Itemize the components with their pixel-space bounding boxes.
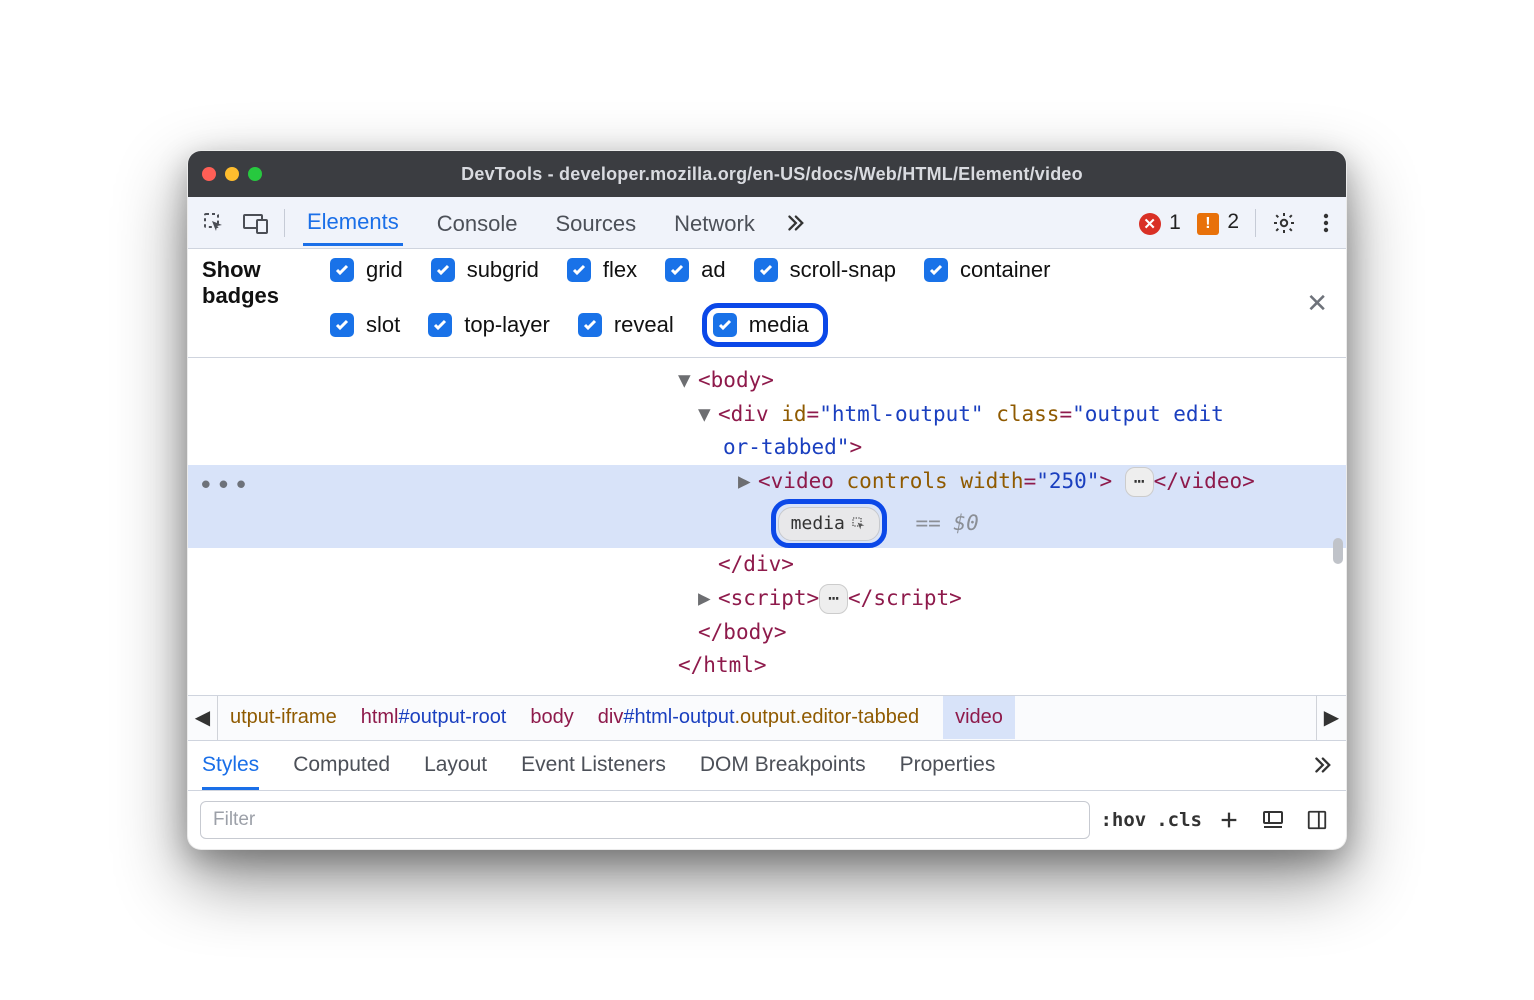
separator — [1255, 209, 1256, 237]
show-badges-label: Showbadges — [202, 257, 312, 308]
new-style-rule-icon[interactable] — [1212, 803, 1246, 837]
warning-icon: ! — [1197, 213, 1219, 235]
sidebar-tabs: Styles Computed Layout Event Listeners D… — [188, 741, 1346, 791]
tab-properties[interactable]: Properties — [900, 753, 996, 777]
toggle-computed-styles-icon[interactable] — [1256, 803, 1290, 837]
styles-filter-input[interactable] — [200, 801, 1090, 839]
media-badge-pill[interactable]: media — [778, 507, 880, 542]
badge-reveal[interactable]: reveal — [578, 312, 674, 338]
badge-checkbox-list: grid subgrid flex ad scroll-snap contain… — [330, 257, 1332, 347]
more-options-icon[interactable] — [1306, 203, 1346, 243]
breadcrumb-item[interactable]: body — [530, 706, 573, 729]
checkbox-checked-icon — [330, 313, 354, 337]
badge-container[interactable]: container — [924, 257, 1051, 283]
tab-event-listeners[interactable]: Event Listeners — [521, 753, 666, 777]
inspect-element-icon[interactable] — [194, 203, 234, 243]
separator — [284, 209, 285, 237]
devtools-window: DevTools - developer.mozilla.org/en-US/d… — [187, 150, 1347, 850]
dom-node[interactable]: or-tabbed"> — [188, 431, 1346, 465]
dom-tree[interactable]: ••• ▼<body> ▼<div id="html-output" class… — [188, 358, 1346, 695]
breadcrumb-item[interactable]: utput-iframe — [230, 706, 337, 729]
checkbox-checked-icon — [754, 258, 778, 282]
checkbox-checked-icon — [665, 258, 689, 282]
breadcrumb-scroll-left[interactable]: ◀ — [188, 696, 218, 740]
breadcrumb-scroll-right[interactable]: ▶ — [1316, 696, 1346, 740]
row-actions-icon[interactable]: ••• — [198, 466, 251, 508]
toggle-rendering-panel-icon[interactable] — [1300, 803, 1334, 837]
badge-slot[interactable]: slot — [330, 312, 400, 338]
tab-computed[interactable]: Computed — [293, 753, 390, 777]
checkbox-checked-icon — [428, 313, 452, 337]
status-counts: ✕ 1 ! 2 — [1139, 210, 1247, 235]
scrollbar-thumb[interactable] — [1333, 538, 1343, 564]
tab-elements[interactable]: Elements — [303, 199, 403, 246]
checkbox-checked-icon — [924, 258, 948, 282]
minimize-window-button[interactable] — [225, 167, 239, 181]
badge-top-layer[interactable]: top-layer — [428, 312, 550, 338]
badge-grid[interactable]: grid — [330, 257, 403, 283]
breadcrumb-item[interactable]: div#html-output.output.editor-tabbed — [598, 706, 919, 729]
tab-dom-breakpoints[interactable]: DOM Breakpoints — [700, 753, 866, 777]
tab-layout[interactable]: Layout — [424, 753, 487, 777]
dom-node-selected[interactable]: ▶<video controls width="250"> ⋯</video> — [188, 465, 1346, 499]
cls-toggle[interactable]: .cls — [1156, 809, 1202, 831]
checkbox-checked-icon — [330, 258, 354, 282]
dom-node[interactable]: ▼<div id="html-output" class="output edi… — [188, 398, 1346, 432]
collapsed-children-pill[interactable]: ⋯ — [819, 584, 848, 615]
tab-styles[interactable]: Styles — [202, 753, 259, 790]
tab-network[interactable]: Network — [670, 201, 759, 245]
badge-flex[interactable]: flex — [567, 257, 637, 283]
hov-toggle[interactable]: :hov — [1100, 809, 1146, 831]
warnings-count[interactable]: ! 2 — [1197, 210, 1239, 235]
dom-node[interactable]: </div> — [188, 548, 1346, 582]
tab-console[interactable]: Console — [433, 201, 522, 245]
close-window-button[interactable] — [202, 167, 216, 181]
show-badges-bar: Showbadges grid subgrid flex ad scroll-s… — [188, 249, 1346, 358]
dom-node-badges: media == $0 — [188, 499, 1346, 549]
more-sidebar-tabs-icon[interactable] — [1310, 754, 1332, 776]
breadcrumb-item[interactable]: html#output-root — [361, 706, 507, 729]
device-toolbar-icon[interactable] — [236, 203, 276, 243]
errors-count[interactable]: ✕ 1 — [1139, 211, 1181, 235]
dom-node[interactable]: </html> — [188, 649, 1346, 683]
badge-ad[interactable]: ad — [665, 257, 725, 283]
dom-breadcrumb: ◀ utput-iframe html#output-root body div… — [188, 695, 1346, 741]
devtools-toolbar: Elements Console Sources Network ✕ 1 ! 2 — [188, 197, 1346, 249]
error-icon: ✕ — [1139, 213, 1161, 235]
badge-media[interactable]: media — [702, 303, 828, 347]
collapsed-children-pill[interactable]: ⋯ — [1125, 467, 1154, 498]
breadcrumb-item-selected[interactable]: video — [943, 696, 1015, 739]
checkbox-checked-icon — [431, 258, 455, 282]
panel-tabs: Elements Console Sources Network — [293, 199, 759, 246]
styles-filter-row: :hov .cls — [188, 791, 1346, 849]
dom-node[interactable]: ▼<body> — [188, 364, 1346, 398]
badge-scroll-snap[interactable]: scroll-snap — [754, 257, 896, 283]
checkbox-checked-icon — [567, 258, 591, 282]
highlight-ring: media — [771, 499, 887, 549]
checkbox-checked-icon — [578, 313, 602, 337]
traffic-lights — [202, 167, 262, 181]
dom-node[interactable]: </body> — [188, 616, 1346, 650]
close-badges-bar-icon[interactable]: ✕ — [1306, 290, 1328, 316]
titlebar: DevTools - developer.mozilla.org/en-US/d… — [188, 151, 1346, 197]
settings-icon[interactable] — [1264, 203, 1304, 243]
badge-subgrid[interactable]: subgrid — [431, 257, 539, 283]
inspect-icon — [851, 516, 867, 532]
eq0-indicator: == $0 — [916, 511, 979, 535]
checkbox-checked-icon — [713, 313, 737, 337]
tab-sources[interactable]: Sources — [551, 201, 640, 245]
more-tabs-button[interactable] — [779, 212, 809, 234]
zoom-window-button[interactable] — [248, 167, 262, 181]
window-title: DevTools - developer.mozilla.org/en-US/d… — [272, 164, 1272, 185]
dom-node[interactable]: ▶<script>⋯</script> — [188, 582, 1346, 616]
